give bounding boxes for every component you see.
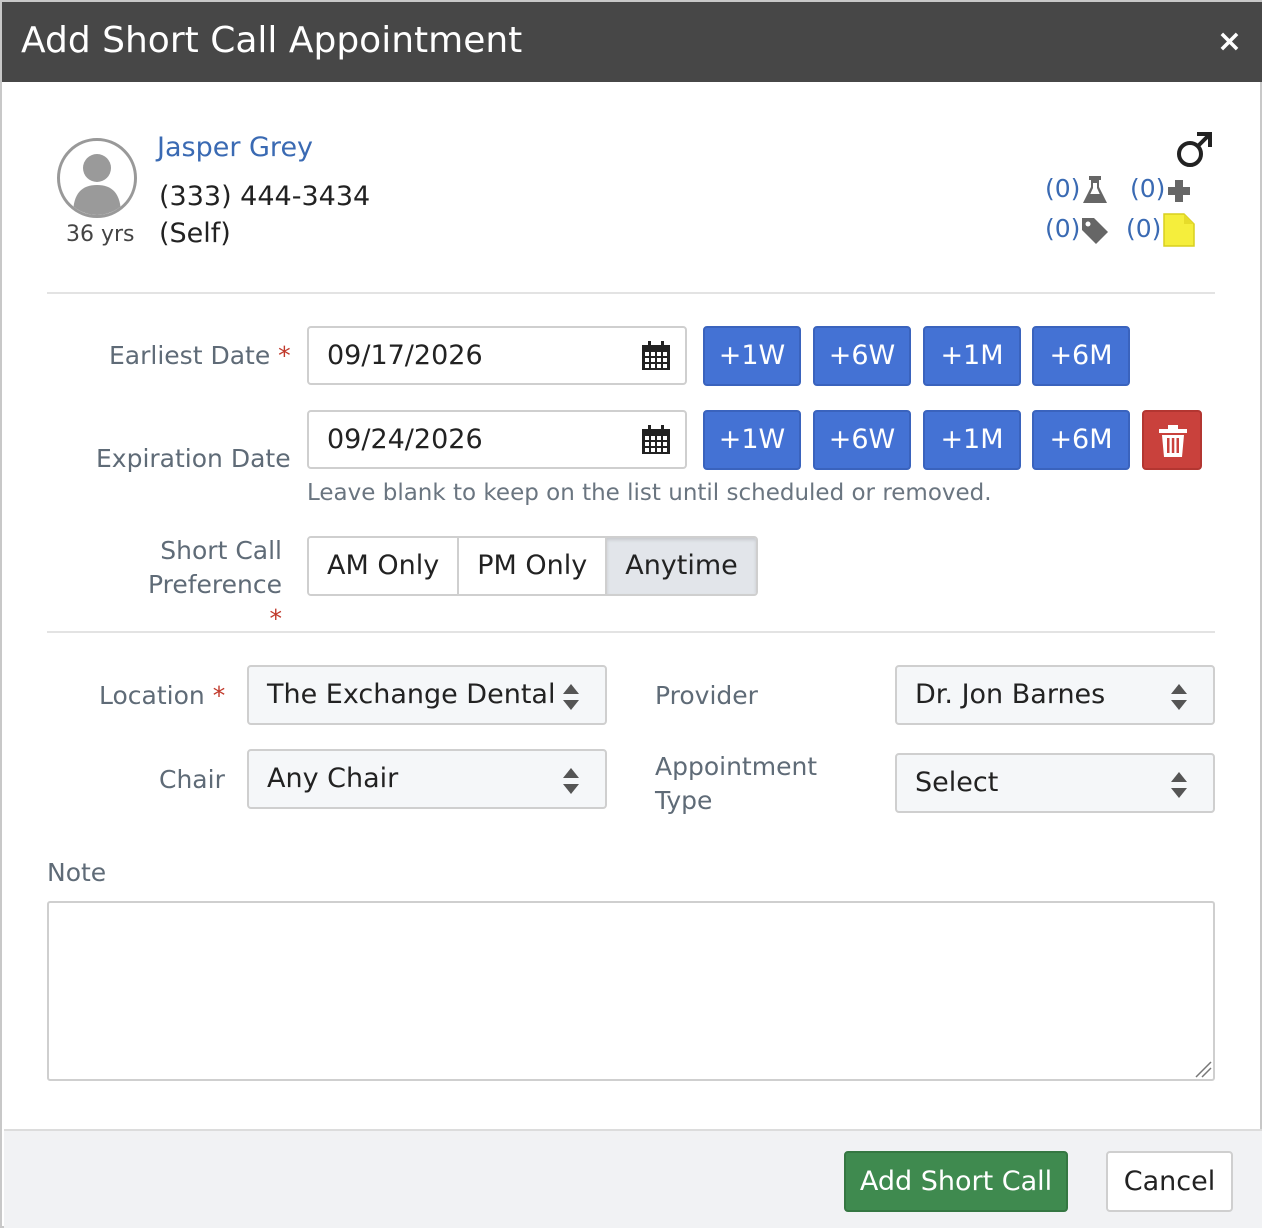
calendar-icon[interactable] [641, 341, 671, 371]
earliest-plus-6w-button[interactable]: +6W [813, 326, 911, 386]
cancel-button[interactable]: Cancel [1106, 1151, 1233, 1212]
dialog-titlebar: Add Short Call Appointment × [2, 2, 1262, 82]
expiration-plus-6w-button[interactable]: +6W [813, 410, 911, 470]
appointment-type-select[interactable]: Select [895, 753, 1215, 813]
expiration-date-label: Expiration Date [96, 444, 291, 473]
add-short-call-dialog: Add Short Call Appointment × 36 yrs Jasp… [0, 0, 1262, 1228]
appointment-type-value: Select [915, 767, 999, 798]
note-label: Note [47, 858, 107, 887]
earliest-plus-1w-button[interactable]: +1W [703, 326, 801, 386]
location-value: The Exchange Dental [267, 679, 556, 710]
chair-label: Chair [159, 765, 225, 794]
patient-relation: (Self) [159, 218, 231, 249]
expiration-date-input[interactable]: 09/24/2026 [307, 410, 687, 469]
preference-am-only[interactable]: AM Only [309, 538, 460, 594]
dialog-title: Add Short Call Appointment [21, 20, 523, 61]
chair-value: Any Chair [267, 763, 399, 794]
earliest-date-value: 09/17/2026 [327, 340, 483, 371]
expiration-plus-1w-button[interactable]: +1W [703, 410, 801, 470]
preference-anytime[interactable]: Anytime [607, 538, 756, 594]
sticky-note-icon [1163, 213, 1195, 247]
earliest-plus-1m-button[interactable]: +1M [923, 326, 1021, 386]
earliest-date-input[interactable]: 09/17/2026 [307, 326, 687, 385]
medical-plus-icon [1168, 180, 1190, 202]
appointment-type-label: Appointment Type [655, 752, 818, 815]
notes-count[interactable]: (0) [1126, 214, 1161, 243]
lab-count[interactable]: (0) [1045, 174, 1080, 203]
resize-grip-icon[interactable] [1194, 1060, 1212, 1078]
tags-count[interactable]: (0) [1045, 214, 1080, 243]
dialog-footer [4, 1129, 1262, 1228]
divider [47, 292, 1215, 294]
male-symbol-icon [1177, 132, 1212, 167]
patient-name-link[interactable]: Jasper Grey [157, 132, 313, 163]
chair-select[interactable]: Any Chair [247, 749, 607, 809]
preference-pm-only[interactable]: PM Only [459, 538, 608, 594]
flask-icon [1083, 176, 1107, 203]
expiration-date-value: 09/24/2026 [327, 424, 483, 455]
clear-expiration-button[interactable] [1142, 410, 1202, 470]
location-select[interactable]: The Exchange Dental [247, 665, 607, 725]
add-short-call-button[interactable]: Add Short Call [844, 1151, 1068, 1212]
earliest-date-label: Earliest Date * [109, 341, 291, 370]
provider-select[interactable]: Dr. Jon Barnes [895, 665, 1215, 725]
sort-arrows-icon [563, 768, 579, 794]
patient-phone: (333) 444-3434 [159, 181, 371, 212]
person-silhouette-icon [73, 154, 121, 215]
divider [47, 631, 1215, 633]
provider-value: Dr. Jon Barnes [915, 679, 1106, 710]
calendar-icon[interactable] [641, 425, 671, 455]
preference-toggle-group: AM Only PM Only Anytime [307, 536, 758, 596]
location-label: Location * [99, 681, 226, 710]
medical-alert-count[interactable]: (0) [1130, 174, 1165, 203]
avatar [57, 138, 137, 218]
provider-label: Provider [655, 681, 758, 710]
sort-arrows-icon [1171, 772, 1187, 798]
expiration-plus-6m-button[interactable]: +6M [1032, 410, 1130, 470]
trash-icon [1159, 425, 1187, 457]
patient-age: 36 yrs [66, 222, 135, 247]
sort-arrows-icon [563, 684, 579, 710]
expiration-plus-1m-button[interactable]: +1M [923, 410, 1021, 470]
earliest-plus-6m-button[interactable]: +6M [1032, 326, 1130, 386]
preference-label: Short Call Preference * [147, 536, 282, 633]
sort-arrows-icon [1171, 684, 1187, 710]
expiration-help-text: Leave blank to keep on the list until sc… [307, 480, 992, 506]
note-textarea[interactable] [47, 901, 1215, 1081]
tag-icon [1082, 218, 1108, 244]
close-icon[interactable]: × [1217, 26, 1242, 58]
